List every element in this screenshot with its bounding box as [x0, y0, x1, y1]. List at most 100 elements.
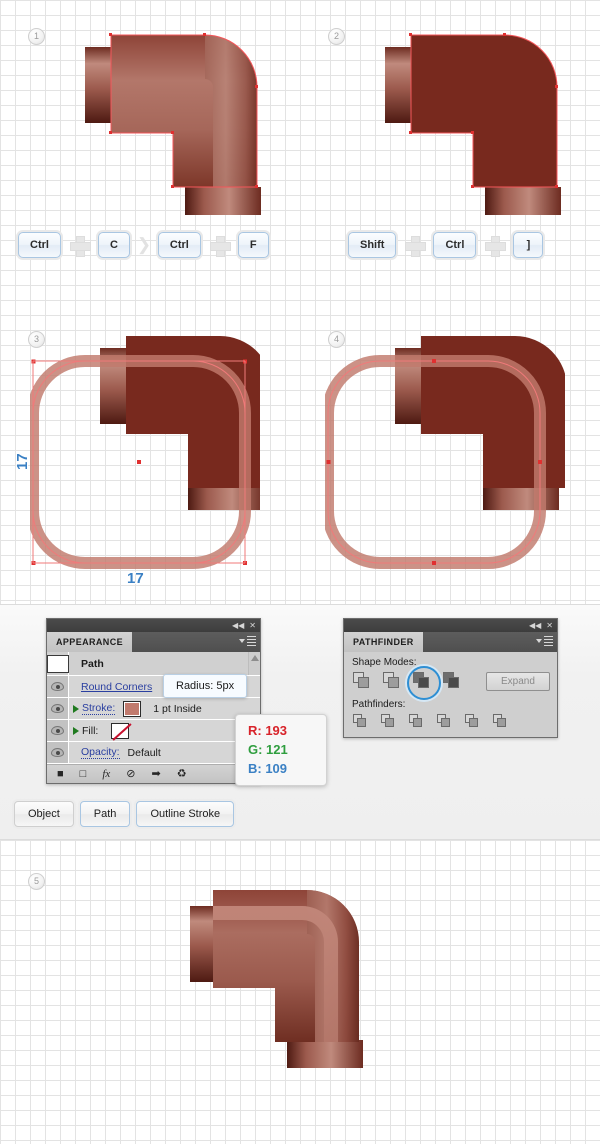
intersect-icon[interactable]	[407, 666, 441, 700]
close-icon[interactable]: ✕	[249, 621, 256, 630]
key-f[interactable]: F	[237, 232, 269, 258]
plus-icon	[69, 235, 91, 257]
scroll-up-icon[interactable]	[250, 655, 259, 661]
shortcut-row-copy-paste-front: Ctrl C ❯ Ctrl F	[18, 232, 269, 258]
fill-label[interactable]: Fill:	[82, 725, 98, 737]
appearance-panel-menu[interactable]	[239, 636, 256, 646]
expand-button[interactable]: Expand	[486, 671, 550, 691]
appearance-row-path[interactable]: Path	[46, 652, 260, 676]
eye-icon	[51, 748, 64, 757]
rgb-green-value: G: 121	[248, 742, 288, 757]
key-ctrl-2[interactable]: Ctrl	[157, 232, 201, 258]
visibility-toggle-stroke[interactable]	[47, 698, 69, 719]
key-ctrl[interactable]: Ctrl	[18, 232, 61, 258]
visibility-toggle-fill[interactable]	[47, 720, 69, 741]
canvas-top: 1 2 Ctrl C ❯ Ctrl F Shift Ctrl] 3 17 17…	[0, 0, 600, 604]
eye-icon	[51, 704, 64, 713]
step-badge-2: 2	[328, 28, 345, 45]
opacity-label[interactable]: Opacity:	[81, 746, 120, 759]
step-badge-4: 4	[328, 331, 345, 348]
minus-back-icon[interactable]	[492, 713, 508, 729]
key-ctrl-3[interactable]: Ctrl	[433, 232, 477, 258]
clear-appearance-icon[interactable]: ⊘	[126, 768, 135, 780]
shortcut-row-bring-forward: Shift Ctrl ]	[348, 232, 544, 258]
appearance-panel: ◀◀ ✕ APPEARANCE Path Round Corners Strok…	[46, 618, 261, 784]
tab-pathfinder[interactable]: PATHFINDER	[344, 632, 423, 652]
plus-icon-4	[485, 235, 507, 257]
path-thumb-cell	[46, 652, 69, 675]
collapse-icon[interactable]: ◀◀	[529, 621, 541, 630]
step-badge-3: 3	[28, 331, 45, 348]
appearance-body: Path Round Corners Stroke: 1 pt Inside F…	[46, 652, 260, 783]
pathfinder-title-bar: ◀◀ ✕	[344, 619, 557, 632]
menu-lines-icon	[544, 636, 553, 646]
disclosure-triangle-icon-2[interactable]	[73, 726, 79, 735]
stroke-color-swatch[interactable]	[123, 700, 142, 717]
rounded-square-step3	[30, 330, 260, 575]
disclosure-triangle-icon[interactable]	[73, 704, 79, 713]
divide-icon[interactable]	[352, 713, 368, 729]
menu-object-button[interactable]: Object	[14, 801, 74, 827]
minus-front-icon[interactable]	[382, 671, 402, 691]
fill-none-swatch[interactable]	[111, 722, 130, 739]
pathfinder-panel-menu[interactable]	[536, 636, 553, 646]
eye-icon	[51, 682, 64, 691]
step-badge-1: 1	[28, 28, 45, 45]
appearance-row-stroke[interactable]: Stroke: 1 pt Inside	[47, 698, 260, 720]
shape-modes-label: Shape Modes:	[352, 657, 417, 668]
stroke-value: 1 pt Inside	[153, 702, 202, 715]
appearance-row-opacity[interactable]: Opacity: Default	[47, 742, 260, 764]
unite-icon[interactable]	[352, 671, 372, 691]
duplicate-item-icon[interactable]: ➡	[151, 768, 160, 780]
rounded-square-step4	[325, 330, 565, 575]
dimension-label-vertical: 17	[14, 453, 31, 470]
visibility-toggle-round-corners[interactable]	[47, 676, 69, 697]
add-effect-icon[interactable]: fx	[102, 768, 110, 780]
stroke-label[interactable]: Stroke:	[82, 702, 116, 715]
appearance-tab-bar: APPEARANCE	[47, 632, 260, 652]
appearance-footer-toolbar: ■ □ fx ⊘ ➡ ♻	[47, 764, 260, 783]
shape-modes-row: Expand	[352, 666, 550, 700]
new-stroke-icon[interactable]: □	[80, 768, 87, 780]
new-fill-icon[interactable]: ■	[57, 768, 64, 780]
key-bracket[interactable]: ]	[513, 232, 544, 258]
eye-icon	[51, 726, 64, 735]
outline-icon[interactable]	[464, 713, 480, 729]
menu-lines-icon	[247, 636, 256, 646]
appearance-scrollbar[interactable]	[248, 652, 260, 675]
delete-item-icon[interactable]: ♻	[177, 768, 187, 780]
key-shift[interactable]: Shift	[348, 232, 397, 258]
collapse-icon[interactable]: ◀◀	[232, 621, 244, 630]
merge-icon[interactable]	[408, 713, 424, 729]
key-c[interactable]: C	[97, 232, 130, 258]
visibility-toggle-opacity[interactable]	[47, 742, 69, 763]
pipe-elbow-step2	[385, 25, 575, 220]
pathfinder-panel: ◀◀ ✕ PATHFINDER Shape Modes: Expand Path…	[343, 618, 558, 738]
canvas-bottom: 5	[0, 840, 600, 1144]
menu-path-button[interactable]: Path	[79, 801, 131, 827]
dimension-label-horizontal: 17	[127, 570, 144, 587]
plus-icon-3	[405, 235, 427, 257]
pathfinder-body: Shape Modes: Expand Pathfinders:	[344, 652, 557, 737]
appearance-title-bar: ◀◀ ✕	[47, 619, 260, 632]
step-badge-5: 5	[28, 873, 45, 890]
plus-icon-2	[209, 235, 231, 257]
close-icon[interactable]: ✕	[546, 621, 553, 630]
rgb-blue-value: B: 109	[248, 761, 288, 776]
rgb-red-value: R: 193	[248, 723, 288, 738]
appearance-row-fill[interactable]: Fill:	[47, 720, 260, 742]
exclude-icon[interactable]	[442, 671, 462, 691]
menu-path-buttons: Object Path Outline Stroke	[14, 801, 235, 827]
pathfinders-row	[352, 713, 549, 729]
crop-icon[interactable]	[436, 713, 452, 729]
tab-appearance[interactable]: APPEARANCE	[47, 632, 133, 652]
pipe-elbow-step1	[85, 25, 275, 220]
menu-triangle-icon	[239, 639, 245, 643]
opacity-value: Default	[127, 746, 161, 759]
pipe-elbow-step5-final	[190, 880, 430, 1105]
menu-outline-stroke-button[interactable]: Outline Stroke	[136, 801, 235, 827]
pathfinders-label: Pathfinders:	[352, 699, 406, 710]
arrow-right-icon: ❯	[136, 235, 152, 254]
trim-icon[interactable]	[380, 713, 396, 729]
round-corners-label[interactable]: Round Corners	[81, 681, 152, 693]
